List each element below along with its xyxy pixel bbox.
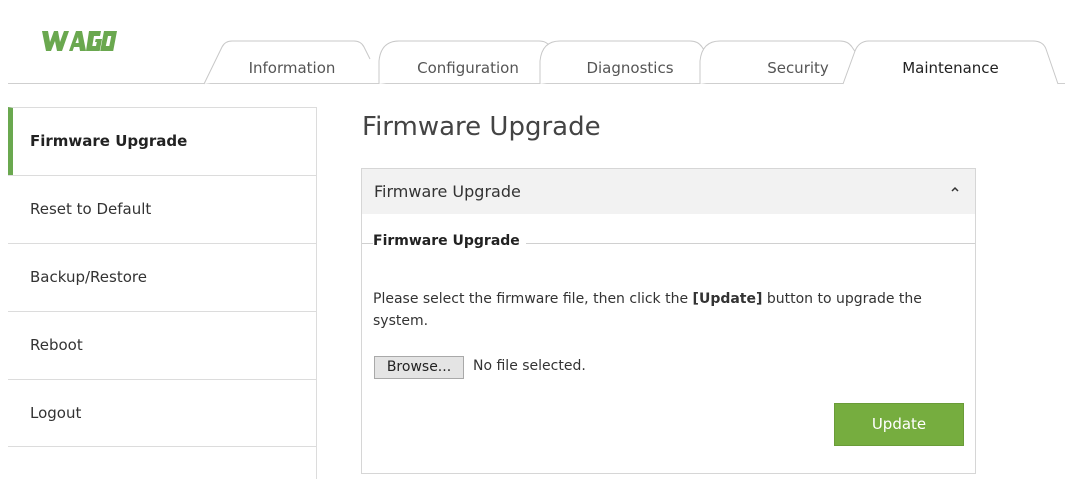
sidebar-item-logout[interactable]: Logout — [8, 379, 316, 447]
page-title: Firmware Upgrade — [362, 112, 601, 142]
sidebar-item-backup-restore[interactable]: Backup/Restore — [8, 243, 316, 311]
sidebar-item-firmware-upgrade[interactable]: Firmware Upgrade — [8, 107, 316, 175]
browse-button[interactable]: Browse... — [374, 356, 464, 379]
panel-title: Firmware Upgrade — [374, 182, 521, 201]
instruction-text-start: Please select the firmware file, then cl… — [373, 291, 693, 307]
tab-maintenance-label: Maintenance — [902, 59, 999, 77]
instruction-update-keyword: [Update] — [692, 291, 763, 307]
file-status: No file selected. — [473, 358, 586, 374]
tab-security-label: Security — [767, 59, 829, 77]
chevron-up-icon[interactable] — [949, 183, 961, 195]
tab-maintenance[interactable]: Maintenance — [842, 40, 1059, 86]
tab-configuration-label: Configuration — [417, 59, 519, 77]
fieldset-legend: Firmware Upgrade — [373, 233, 526, 249]
firmware-upgrade-panel: Firmware Upgrade Firmware Upgrade Please… — [361, 168, 976, 474]
sidebar: Firmware Upgrade Reset to Default Backup… — [8, 107, 317, 479]
tab-diagnostics-label: Diagnostics — [586, 59, 674, 77]
wago-logo[interactable] — [40, 28, 118, 54]
tab-configuration[interactable]: Configuration — [378, 40, 558, 84]
panel-header[interactable]: Firmware Upgrade — [362, 169, 975, 214]
tab-information-label: Information — [248, 59, 336, 77]
sidebar-item-reboot[interactable]: Reboot — [8, 311, 316, 379]
tab-security[interactable]: Security — [699, 40, 861, 84]
tab-diagnostics[interactable]: Diagnostics — [539, 40, 711, 84]
sidebar-item-reset-to-default[interactable]: Reset to Default — [8, 175, 316, 243]
instruction-text: Please select the firmware file, then cl… — [373, 288, 963, 332]
update-button[interactable]: Update — [834, 403, 964, 446]
tab-information[interactable]: Information — [203, 40, 371, 85]
